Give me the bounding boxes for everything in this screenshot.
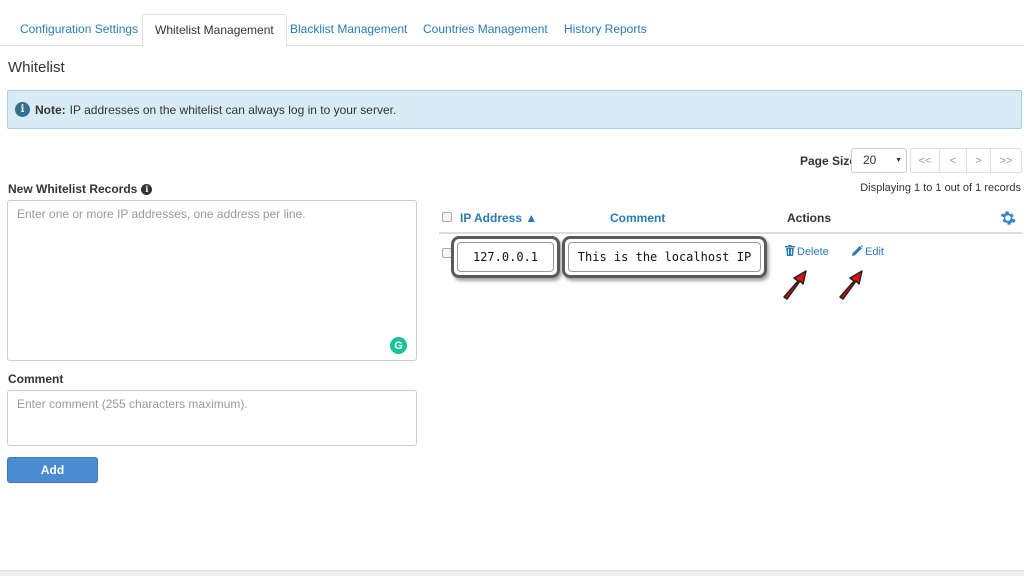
select-all-checkbox[interactable] [442,212,452,222]
edit-label: Edit [865,246,884,258]
page-title: Whitelist [8,59,65,76]
edit-link[interactable]: Edit [852,245,884,259]
comment-cell-highlight: This is the localhost IP [562,236,767,278]
footer-bar [0,570,1024,576]
caret-down-icon: ▼ [895,157,902,164]
comment-label: Comment [8,372,64,386]
alert-message: IP addresses on the whitelist can always… [69,102,397,117]
gear-icon[interactable] [1000,210,1016,226]
table-header-divider [439,232,1022,234]
info-alert: i Note: IP addresses on the whitelist ca… [7,90,1022,129]
records-label-row: New Whitelist Records i [8,182,153,196]
page-size-select[interactable]: 20 ▼ [851,148,907,173]
next-page-button[interactable]: > [966,148,991,173]
prev-page-button[interactable]: < [939,148,967,173]
tab-countries-management[interactable]: Countries Management [411,14,560,46]
comment-cell: This is the localhost IP [568,242,761,272]
ip-cell-highlight: 127.0.0.1 [451,236,560,278]
page-size-value: 20 [863,153,877,167]
ip-cell: 127.0.0.1 [457,242,554,272]
info-icon[interactable]: i [141,183,153,195]
column-header-actions: Actions [787,211,832,225]
records-label: New Whitelist Records [8,182,138,196]
add-button[interactable]: Add [7,457,98,483]
tab-configuration-settings[interactable]: Configuration Settings [8,14,150,46]
first-page-button[interactable]: << [910,148,940,173]
tab-bar: Configuration Settings Whitelist Managem… [0,0,1024,47]
column-header-comment[interactable]: Comment [610,211,665,225]
trash-icon [785,245,795,259]
column-header-ip[interactable]: IP Address ▲ [460,211,537,225]
grammarly-icon[interactable]: G [390,337,407,354]
info-circle-icon: i [15,102,30,117]
whitelist-records-input[interactable] [7,200,417,361]
tab-blacklist-management[interactable]: Blacklist Management [278,14,419,46]
delete-label: Delete [797,246,829,258]
pencil-icon [852,245,863,259]
records-count: Displaying 1 to 1 out of 1 records [860,182,1021,194]
tab-history-reports[interactable]: History Reports [552,14,659,46]
page-size-label: Page Size [800,154,857,168]
delete-link[interactable]: Delete [785,245,829,259]
tab-whitelist-management[interactable]: Whitelist Management [142,14,287,47]
red-arrow-icon [839,270,863,300]
red-arrow-icon [783,270,807,300]
last-page-button[interactable]: >> [990,148,1022,173]
comment-input[interactable] [7,390,417,446]
alert-note-label: Note: [35,102,66,117]
